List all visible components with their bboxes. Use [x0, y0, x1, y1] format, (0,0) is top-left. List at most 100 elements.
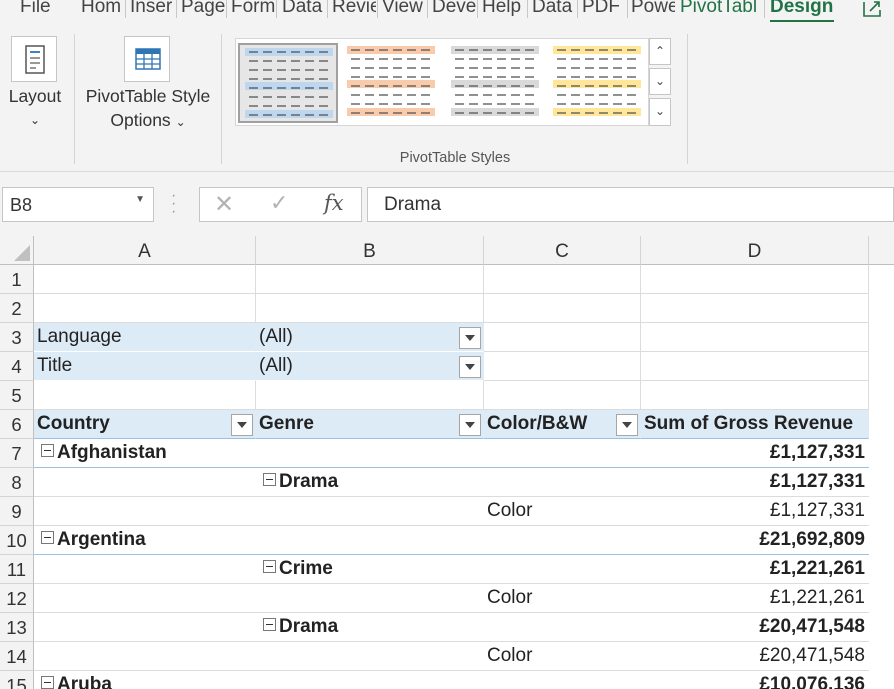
row-header[interactable]: 13: [0, 613, 34, 642]
tab-power-pivot[interactable]: Powe: [631, 0, 675, 18]
style-swatch-light-gold[interactable]: [548, 43, 648, 123]
genre-total[interactable]: £1,221,261: [641, 555, 869, 584]
tab-page-layout[interactable]: Page: [181, 0, 225, 18]
cell[interactable]: [484, 613, 641, 642]
row-header[interactable]: 8: [0, 468, 34, 497]
cell[interactable]: [484, 468, 641, 497]
tab-data[interactable]: Data: [282, 0, 326, 18]
vertical-dots-icon[interactable]: · · ·: [171, 188, 176, 220]
country-total[interactable]: £21,692,809: [641, 526, 869, 555]
row-header[interactable]: 14: [0, 642, 34, 671]
row-header[interactable]: 15: [0, 671, 34, 689]
pivot-row-genre[interactable]: Drama: [256, 468, 484, 497]
row-header[interactable]: 6: [0, 410, 34, 439]
style-swatch-light-gray[interactable]: [446, 43, 546, 123]
row-header[interactable]: 10: [0, 526, 34, 555]
cell[interactable]: [641, 381, 869, 410]
cell[interactable]: [256, 497, 484, 526]
formula-input[interactable]: Drama: [367, 187, 894, 222]
cancel-icon[interactable]: ✕: [214, 190, 234, 219]
cell[interactable]: [34, 381, 256, 410]
cell[interactable]: [34, 584, 256, 613]
genre-total[interactable]: £1,127,331: [641, 468, 869, 497]
cell[interactable]: [34, 468, 256, 497]
revenue-value[interactable]: £1,127,331: [641, 497, 869, 526]
column-header-e[interactable]: [869, 236, 894, 265]
revenue-value[interactable]: £20,471,548: [641, 642, 869, 671]
row-header[interactable]: 11: [0, 555, 34, 584]
cell[interactable]: [34, 555, 256, 584]
collapse-icon[interactable]: [263, 618, 276, 631]
cell[interactable]: [34, 294, 256, 323]
row-header[interactable]: 5: [0, 381, 34, 410]
country-filter-button[interactable]: [231, 414, 253, 436]
cell[interactable]: [34, 497, 256, 526]
column-header-a[interactable]: A: [34, 236, 256, 265]
filter-value-title[interactable]: (All): [256, 352, 484, 381]
row-header[interactable]: 12: [0, 584, 34, 613]
revenue-value[interactable]: £1,221,261: [641, 584, 869, 613]
collapse-icon[interactable]: [41, 676, 54, 689]
cell[interactable]: [484, 671, 641, 689]
tab-formulas[interactable]: Form: [231, 0, 275, 18]
layout-button[interactable]: Layout ⌄: [0, 32, 70, 142]
pivot-row-color-bw[interactable]: Color: [484, 584, 641, 613]
cell[interactable]: [484, 439, 641, 468]
filter-label-title[interactable]: Title: [34, 352, 256, 381]
row-header[interactable]: 7: [0, 439, 34, 468]
tab-pdf[interactable]: PDF: [582, 0, 622, 18]
genre-filter-button[interactable]: [459, 414, 481, 436]
insert-function-icon[interactable]: fx: [324, 191, 344, 215]
cell[interactable]: [484, 352, 641, 381]
tab-home[interactable]: Hom: [81, 0, 124, 18]
cell[interactable]: [256, 294, 484, 323]
pivot-row-country[interactable]: Argentina: [34, 526, 256, 555]
filter-label-language[interactable]: Language: [34, 323, 256, 352]
cell[interactable]: [256, 671, 484, 689]
pivot-header-sum-gross-revenue[interactable]: Sum of Gross Revenue: [641, 410, 869, 439]
cell[interactable]: [34, 642, 256, 671]
cell[interactable]: [641, 352, 869, 381]
tab-file[interactable]: File: [20, 0, 60, 18]
pivottable-style-options-button[interactable]: PivotTable Style Options ⌄: [80, 32, 216, 142]
tab-insert[interactable]: Inser: [130, 0, 174, 18]
cell[interactable]: [256, 642, 484, 671]
style-swatch-light-orange[interactable]: [342, 43, 442, 123]
cell[interactable]: [256, 584, 484, 613]
cell[interactable]: [484, 381, 641, 410]
row-header[interactable]: 3: [0, 323, 34, 352]
pivot-row-color-bw[interactable]: Color: [484, 497, 641, 526]
cell[interactable]: [484, 265, 641, 294]
country-total[interactable]: £10,076,136: [641, 671, 869, 689]
filter-dropdown-title[interactable]: [459, 356, 481, 378]
cell[interactable]: [256, 265, 484, 294]
share-icon[interactable]: [860, 0, 884, 18]
gallery-scroll-up-button[interactable]: ⌃: [649, 38, 671, 65]
collapse-icon[interactable]: [263, 560, 276, 573]
enter-check-icon[interactable]: ✓: [270, 190, 288, 216]
cell[interactable]: [34, 613, 256, 642]
row-header[interactable]: 1: [0, 265, 34, 294]
cell[interactable]: [256, 381, 484, 410]
cell[interactable]: [484, 555, 641, 584]
cell[interactable]: [641, 265, 869, 294]
filter-value-language[interactable]: (All): [256, 323, 484, 352]
tab-help[interactable]: Help: [482, 0, 526, 18]
row-header[interactable]: 4: [0, 352, 34, 381]
cell[interactable]: [484, 526, 641, 555]
tab-pivottable-analyze[interactable]: PivotTabl: [680, 0, 762, 18]
row-header[interactable]: 2: [0, 294, 34, 323]
genre-total[interactable]: £20,471,548: [641, 613, 869, 642]
pivot-row-color-bw[interactable]: Color: [484, 642, 641, 671]
pivot-row-country[interactable]: Afghanistan: [34, 439, 256, 468]
pivot-header-country[interactable]: Country: [34, 410, 256, 439]
column-header-b[interactable]: B: [256, 236, 484, 265]
color-bw-filter-button[interactable]: [616, 414, 638, 436]
tab-review[interactable]: Revie: [332, 0, 376, 18]
cell[interactable]: [484, 294, 641, 323]
tab-data-2[interactable]: Data: [532, 0, 576, 18]
tab-design[interactable]: Design: [770, 0, 836, 18]
tab-developer[interactable]: Deve: [432, 0, 476, 18]
gallery-scroll-down-button[interactable]: ⌄: [649, 68, 671, 95]
cell[interactable]: [34, 265, 256, 294]
